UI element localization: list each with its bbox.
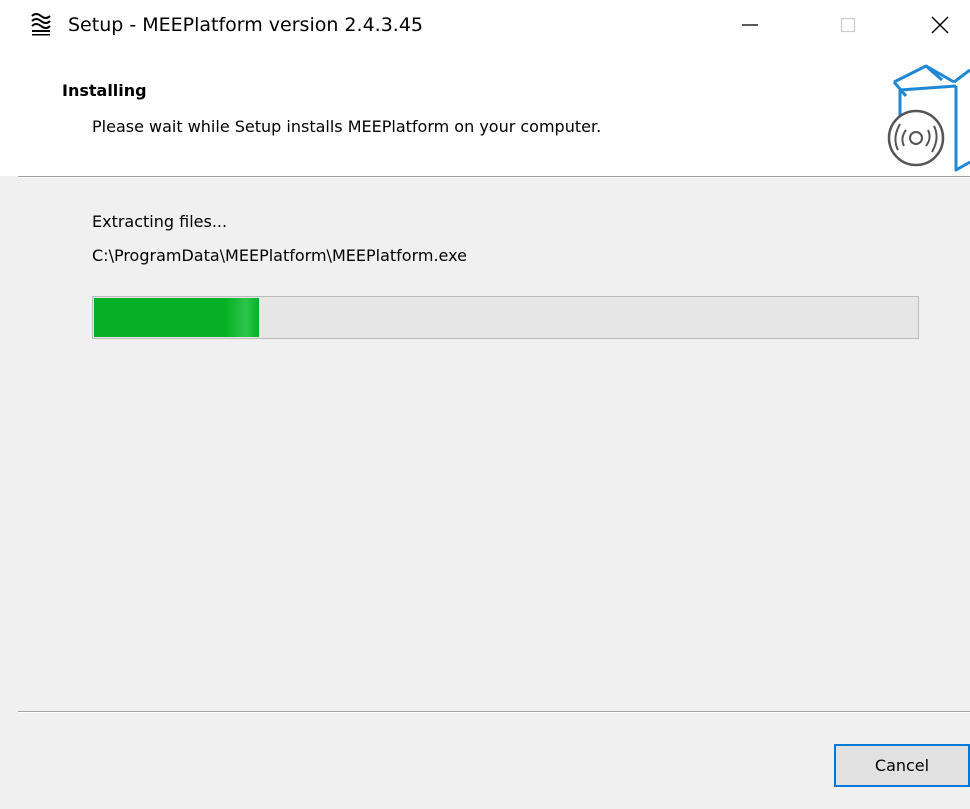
title-bar[interactable]: Setup - MEEPlatform version 2.4.3.45 [0,0,970,54]
status-label: Extracting files... [92,212,228,231]
app-logo-icon [30,12,52,38]
page-subtitle: Please wait while Setup installs MEEPlat… [92,117,602,136]
maximize-button[interactable] [818,0,878,54]
current-file-path: C:\ProgramData\MEEPlatform\MEEPlatform.e… [92,246,467,265]
minimize-button[interactable] [720,0,780,54]
header-divider-highlight [18,177,970,178]
close-button[interactable] [910,0,970,54]
minimize-icon [740,15,760,39]
install-box-disc-icon [876,60,970,176]
install-progress-bar [92,296,919,339]
page-title: Installing [62,81,147,100]
cancel-button[interactable]: Cancel [834,744,970,787]
window-title: Setup - MEEPlatform version 2.4.3.45 [68,14,423,36]
close-icon [929,14,951,40]
wizard-header: Installing Please wait while Setup insta… [0,54,970,176]
setup-window: Setup - MEEPlatform version 2.4.3.45 Ins… [0,0,970,809]
maximize-icon [838,15,858,39]
install-progress-fill [94,298,259,337]
footer-divider-highlight [18,712,970,713]
